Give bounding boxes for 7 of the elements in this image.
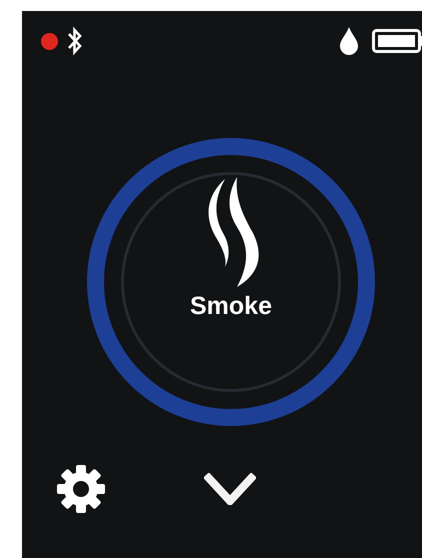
mode-button[interactable]: Smoke xyxy=(87,138,375,426)
battery-icon xyxy=(372,29,422,53)
drop-icon xyxy=(338,26,360,56)
bluetooth-icon xyxy=(66,26,84,56)
chevron-down-icon[interactable] xyxy=(204,473,256,505)
mode-label: Smoke xyxy=(190,292,272,321)
settings-icon[interactable] xyxy=(56,464,106,514)
